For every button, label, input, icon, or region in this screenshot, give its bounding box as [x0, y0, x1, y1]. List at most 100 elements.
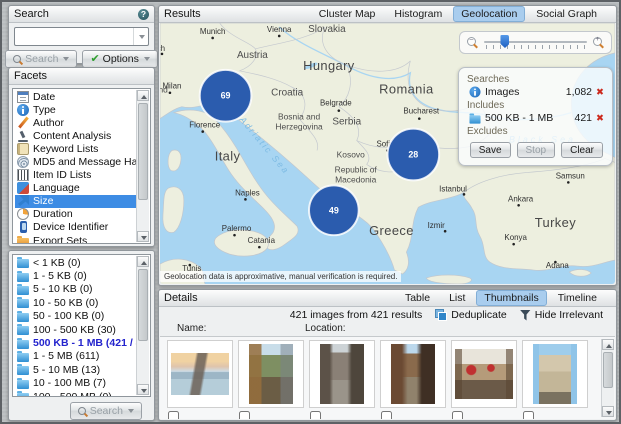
hide-irrelevant-button[interactable]: Hide Irrelevant: [520, 309, 603, 321]
details-panel: Details Table List Thumbnails Timeline 4…: [158, 289, 617, 421]
facet-item-label: Item ID Lists: [33, 169, 91, 181]
values-list-scrollbar[interactable]: [136, 256, 149, 395]
thumbnail-card[interactable]: [451, 340, 517, 408]
facet-value-item[interactable]: < 1 KB (0): [15, 256, 136, 269]
thumbnail-checkbox[interactable]: [310, 411, 321, 419]
street-plants: [249, 344, 293, 404]
help-icon[interactable]: ?: [138, 9, 149, 20]
zoom-slider[interactable]: [484, 32, 587, 53]
facet-item[interactable]: Type: [15, 103, 136, 116]
facet-value-item[interactable]: 500 KB - 1 MB (421 / 421): [15, 336, 136, 349]
country-label: Serbia: [332, 117, 361, 128]
thumbnail-item[interactable]: [522, 340, 588, 419]
facet-list-scrollbar[interactable]: [136, 90, 149, 242]
thumbnails-scrollbar[interactable]: [601, 339, 614, 417]
details-tab[interactable]: Table: [397, 290, 438, 306]
geo-cluster-marker[interactable]: 69: [200, 70, 252, 122]
country-label: Turkey: [535, 215, 576, 230]
zoom-slider-track[interactable]: [484, 41, 587, 43]
search-button[interactable]: Search: [5, 50, 77, 68]
facet-value-item[interactable]: 5 - 10 MB (13): [15, 363, 136, 376]
facet-value-item[interactable]: 1 - 5 KB (0): [15, 269, 136, 282]
facet-item[interactable]: Device Identifier: [15, 221, 136, 234]
facet-item-label: Duration: [33, 208, 73, 220]
country-label: Republic of: [335, 164, 378, 174]
thumbnail-item[interactable]: [167, 340, 233, 419]
thumbnail-card[interactable]: [238, 340, 304, 408]
details-tab[interactable]: List: [441, 290, 473, 306]
thumbnail-checkbox[interactable]: [168, 411, 179, 419]
thumbnail-card[interactable]: [380, 340, 446, 408]
scroll-down-arrow[interactable]: [602, 406, 614, 417]
zoom-slider-ticks: [486, 45, 585, 49]
scroll-up-arrow[interactable]: [137, 90, 149, 101]
facet-item[interactable]: Author: [15, 116, 136, 129]
search-input[interactable]: [15, 30, 133, 43]
facet-value-item[interactable]: 10 - 50 KB (0): [15, 296, 136, 309]
facet-values-panel: < 1 KB (0) 1 - 5 KB (0) 5 - 10 KB (0): [8, 250, 155, 421]
facet-item[interactable]: Item ID Lists: [15, 169, 136, 182]
options-button[interactable]: ✔ Options: [82, 50, 157, 68]
legend-include-row[interactable]: 500 KB - 1 MB 421: [469, 112, 604, 124]
deduplicate-button[interactable]: Deduplicate: [435, 309, 506, 321]
facet-item[interactable]: Language: [15, 182, 136, 195]
details-tab[interactable]: Thumbnails: [476, 290, 546, 306]
scroll-down-arrow[interactable]: [137, 384, 149, 395]
facet-value-label: 5 - 10 MB (13): [33, 364, 100, 376]
zoom-out-icon[interactable]: –: [467, 37, 478, 48]
thumbnail-card[interactable]: [167, 340, 233, 408]
clear-button[interactable]: Clear: [561, 142, 603, 158]
thumbnail-item[interactable]: [451, 340, 517, 419]
geolocation-map[interactable]: Adriatic Sea Black Sea Slovakia Austria …: [160, 23, 615, 284]
remove-icon[interactable]: [596, 112, 604, 124]
facet-value-item[interactable]: 1 - 5 MB (611): [15, 350, 136, 363]
thumbnail-checkbox[interactable]: [452, 411, 463, 419]
results-tabs: Cluster Map Histogram Geolocation Social…: [311, 6, 611, 22]
thumbnail-item[interactable]: [309, 340, 375, 419]
country-label: Kosovo: [337, 149, 365, 159]
zoom-in-icon[interactable]: +: [593, 37, 604, 48]
combobox-dropdown-button[interactable]: [133, 28, 148, 45]
thumbnail-checkbox[interactable]: [523, 411, 534, 419]
thumbnail-checkbox[interactable]: [239, 411, 250, 419]
scroll-down-arrow[interactable]: [137, 231, 149, 242]
facet-item[interactable]: Content Analysis: [15, 129, 136, 142]
save-button[interactable]: Save: [470, 142, 511, 158]
results-tab[interactable]: Histogram: [386, 6, 450, 22]
scroll-up-arrow[interactable]: [137, 256, 149, 267]
thumbnail-item[interactable]: [380, 340, 446, 419]
thumbnail-item[interactable]: [238, 340, 304, 419]
remove-icon[interactable]: [596, 86, 604, 98]
facet-item[interactable]: Duration: [15, 208, 136, 221]
legend-search-row[interactable]: Images 1,082: [469, 86, 604, 98]
thumbnail-card[interactable]: [309, 340, 375, 408]
facet-item[interactable]: Size: [15, 195, 136, 208]
facets-panel-header: Facets: [9, 68, 154, 85]
facet-item[interactable]: Keyword Lists: [15, 142, 136, 155]
facet-item[interactable]: Export Sets: [15, 234, 136, 244]
results-tab[interactable]: Social Graph: [528, 6, 605, 22]
stop-button[interactable]: Stop: [517, 142, 556, 158]
facet-search-button[interactable]: Search: [70, 402, 142, 420]
facet-item[interactable]: Date: [15, 90, 136, 103]
facet-item[interactable]: MD5 and Message Hash: [15, 155, 136, 168]
thumbnail-card[interactable]: [522, 340, 588, 408]
results-tab[interactable]: Cluster Map: [311, 6, 384, 22]
geo-cluster-marker[interactable]: 49: [309, 185, 359, 235]
facet-value-item[interactable]: 50 - 100 KB (0): [15, 310, 136, 323]
thumbnail-checkbox[interactable]: [381, 411, 392, 419]
scroll-up-arrow[interactable]: [602, 339, 614, 350]
facet-value-item[interactable]: 5 - 10 KB (0): [15, 283, 136, 296]
type-icon: [469, 86, 480, 97]
scrollbar-thumb[interactable]: [138, 269, 148, 341]
search-combobox[interactable]: [14, 27, 149, 46]
geo-cluster-marker[interactable]: 28: [388, 129, 440, 181]
scrollbar-thumb[interactable]: [603, 352, 613, 388]
scrollbar-thumb[interactable]: [138, 103, 148, 200]
facet-value-item[interactable]: 100 - 500 KB (30): [15, 323, 136, 336]
facet-value-item[interactable]: 10 - 100 MB (7): [15, 377, 136, 390]
results-tab[interactable]: Geolocation: [453, 6, 525, 22]
details-tab[interactable]: Timeline: [550, 290, 605, 306]
facet-value-item[interactable]: 100 - 500 MB (0): [15, 390, 136, 397]
country-label: Greece: [369, 223, 414, 238]
